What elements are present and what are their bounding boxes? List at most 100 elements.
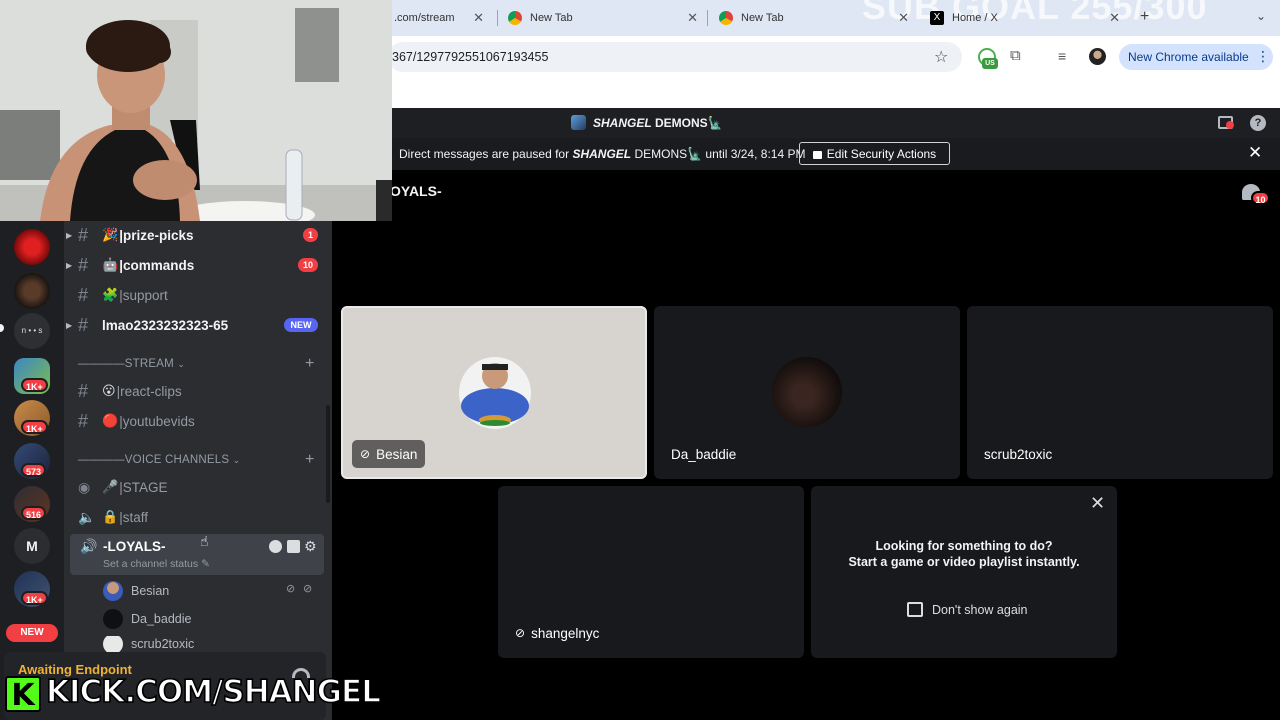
tab-new-tab-1[interactable]: New Tab ✕: [508, 0, 698, 36]
help-icon[interactable]: ?: [1250, 115, 1266, 131]
new-channel-pill: NEW: [284, 318, 318, 332]
voice-user-name: scrub2toxic: [131, 637, 195, 651]
tab-label: Home / X: [952, 12, 998, 24]
category-voice-channels[interactable]: ————VOICE CHANNELS ⌄: [78, 454, 240, 466]
tile-name: scrub2toxic: [984, 446, 1053, 462]
dont-show-again-label[interactable]: Don't show again: [932, 603, 1028, 617]
chevron-down-icon: ⌄: [177, 359, 186, 369]
channel-header-title: OYALS-: [390, 183, 442, 199]
server-title-rest: DEMONS🗽: [655, 116, 723, 130]
close-icon[interactable]: ✕: [1248, 143, 1262, 163]
server-badge: 1K+: [21, 378, 48, 392]
channel-stage[interactable]: ◉ 🎤 |STAGE: [66, 474, 167, 500]
channel-commands[interactable]: ▶ # 🤖 |commands: [66, 252, 194, 278]
chrome-update-button[interactable]: New Chrome available: [1119, 44, 1273, 70]
avatar: [772, 357, 842, 427]
new-servers-pill[interactable]: NEW: [6, 624, 58, 642]
server-avatar[interactable]: M: [14, 528, 50, 564]
close-icon[interactable]: ✕: [1090, 493, 1105, 514]
tab-divider: [707, 10, 708, 26]
channel-support[interactable]: # 🧩 |support: [66, 282, 168, 308]
channel-status-label: Set a channel status: [103, 558, 199, 570]
media-controls-icon[interactable]: ≡: [1058, 48, 1066, 64]
tab-home-x[interactable]: X Home / X ✕: [930, 0, 1120, 36]
chat-unread-badge: 10: [1251, 191, 1270, 205]
new-tab-plus-icon[interactable]: +: [1140, 8, 1149, 26]
channel-react-clips[interactable]: # 😮 |react-clips: [66, 378, 182, 404]
voice-user-besian[interactable]: Besian: [103, 580, 169, 602]
edit-security-actions-button[interactable]: Edit Security Actions: [799, 142, 950, 165]
text-channel-hash-icon: #: [78, 254, 89, 275]
close-icon[interactable]: ✕: [1109, 10, 1120, 26]
channel-youtubevids[interactable]: # 🔴 |youtubevids: [66, 408, 195, 434]
chrome-update-label: New Chrome available: [1128, 50, 1249, 64]
tile-nameplate: ⊘ Besian: [352, 440, 426, 468]
server-avatar[interactable]: [14, 229, 50, 265]
server-title: SHANGEL DEMONS🗽: [593, 116, 723, 130]
channel-name: |prize-picks: [119, 227, 194, 243]
channel-lmao[interactable]: ▶ # lmao2323232323-65: [66, 312, 228, 338]
chrome-favicon-icon: [508, 11, 522, 25]
security-button-label: Edit Security Actions: [826, 146, 937, 161]
open-chat-icon[interactable]: [269, 540, 282, 553]
server-badge: 1K+: [21, 591, 48, 605]
activity-title: Looking for something to do?: [875, 539, 1053, 553]
activity-subtitle: Start a game or video playlist instantly…: [848, 555, 1080, 569]
chevron-down-icon[interactable]: ⌄: [1256, 9, 1266, 23]
close-icon[interactable]: ✕: [898, 10, 909, 26]
voice-user-da-baddie[interactable]: Da_baddie: [103, 608, 191, 630]
muted-mic-icon: ⊘: [515, 626, 526, 640]
text-channel-hash-icon: #: [78, 284, 89, 305]
channel-name: |youtubevids: [119, 413, 195, 429]
text-channel-hash-icon: #: [78, 314, 89, 335]
channel-name: |react-clips: [116, 383, 182, 399]
kick-logo: K: [5, 676, 41, 713]
voice-channel-name: -LOYALS-: [103, 539, 166, 554]
tab-stream[interactable]: .com/stream ✕: [394, 0, 484, 36]
channel-emoji: 🧩: [102, 287, 119, 302]
server-title-bold: SHANGEL: [593, 116, 652, 130]
tab-new-tab-2[interactable]: New Tab ✕: [719, 0, 909, 36]
voice-user-scrub2toxic[interactable]: scrub2toxic: [103, 636, 194, 652]
url-text[interactable]: 367/1297792551067193455: [392, 50, 548, 64]
set-channel-status[interactable]: Set a channel status ✎: [103, 558, 210, 570]
notice-suffix: DEMONS🗽 until 3/24, 8:14 PM: [634, 147, 806, 161]
kick-channel-url: KICK.COM/SHANGEL: [45, 673, 382, 711]
text-channel-hash-icon: #: [78, 410, 89, 431]
close-icon[interactable]: ✕: [473, 10, 484, 26]
notice-server: SHANGEL: [572, 147, 632, 161]
server-avatar[interactable]: n • • s: [14, 313, 50, 349]
notice-text: Direct messages are paused for SHANGEL D…: [399, 147, 805, 161]
channel-emoji: 😮: [102, 383, 116, 398]
channel-emoji: 🎤: [102, 479, 119, 494]
puzzle-extensions-icon[interactable]: ⧉: [1010, 47, 1021, 64]
vpn-country-badge: US: [982, 58, 998, 69]
gear-icon[interactable]: ⚙: [304, 538, 317, 555]
add-channel-plus-icon[interactable]: +: [305, 355, 314, 373]
video-tile-scrub2toxic[interactable]: scrub2toxic: [967, 306, 1273, 479]
bookmark-star-icon[interactable]: ☆: [934, 47, 948, 67]
mouse-pointer: ☝: [200, 533, 209, 549]
invite-user-icon[interactable]: [287, 540, 300, 553]
close-icon[interactable]: ✕: [687, 10, 698, 26]
video-tile-da-baddie[interactable]: Da_baddie: [654, 306, 960, 479]
kebab-menu-icon[interactable]: ⋮: [1256, 48, 1270, 65]
video-tile-shangelnyc[interactable]: ⊘ shangelnyc: [498, 486, 804, 658]
lock-icon: [812, 150, 822, 159]
tile-nameplate: Da_baddie: [663, 440, 744, 468]
category-label: ————VOICE CHANNELS: [78, 454, 230, 466]
add-channel-plus-icon[interactable]: +: [305, 451, 314, 469]
server-avatar[interactable]: [14, 273, 50, 309]
profile-avatar-icon[interactable]: [1089, 48, 1106, 65]
activity-suggestion-tile[interactable]: [811, 486, 1117, 658]
tab-label: New Tab: [741, 12, 784, 24]
inbox-unread-dot: [1226, 121, 1234, 129]
channel-prize-picks[interactable]: ▶ # 🎉 |prize-picks: [66, 222, 194, 248]
channel-staff[interactable]: 🔈 🔒 |staff: [66, 504, 148, 530]
streamer-webcam: [0, 0, 392, 221]
dont-show-again-checkbox[interactable]: [907, 602, 923, 617]
video-tile-besian[interactable]: ⊘ Besian: [341, 306, 647, 479]
channel-name: |STAGE: [119, 479, 168, 495]
sidebar-scrollbar[interactable]: [326, 405, 330, 503]
category-stream[interactable]: ————STREAM ⌄: [78, 358, 185, 370]
